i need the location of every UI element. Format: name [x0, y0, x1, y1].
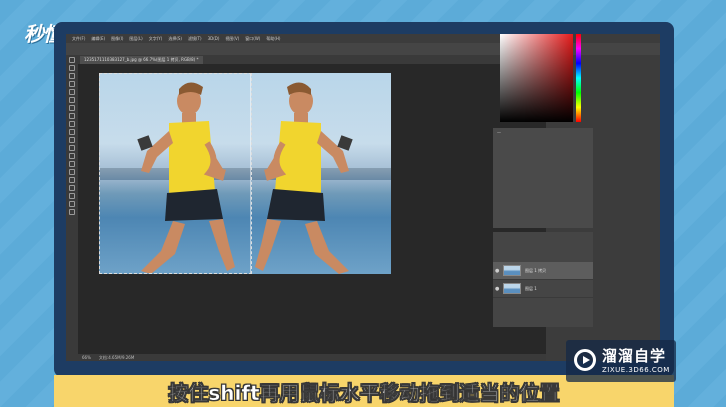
dodge-tool-icon[interactable]	[69, 161, 75, 167]
menu-item-edit[interactable]: 编辑(E)	[91, 36, 105, 42]
blur-tool-icon[interactable]	[69, 153, 75, 159]
color-picker-field[interactable]	[500, 34, 573, 122]
canvas-image[interactable]	[99, 73, 391, 274]
tools-panel	[66, 55, 78, 361]
eraser-tool-icon[interactable]	[69, 137, 75, 143]
zoom-tool-icon[interactable]	[69, 209, 75, 215]
crop-tool-icon[interactable]	[69, 89, 75, 95]
brush-tool-icon[interactable]	[69, 113, 75, 119]
runner-right	[255, 82, 353, 274]
eyedropper-tool-icon[interactable]	[69, 97, 75, 103]
healing-tool-icon[interactable]	[69, 105, 75, 111]
layer-thumbnail	[503, 265, 521, 276]
layer-name: 图层 1	[525, 286, 537, 291]
document-tab-bar: 1235171110383127_b.jpg @ 66.7%(图层 1 拷贝, …	[78, 55, 546, 64]
watermark-subtitle: ZIXUE.3D66.COM	[602, 366, 670, 374]
menu-item-file[interactable]: 文件(F)	[72, 36, 85, 42]
menu-item-select[interactable]: 选择(S)	[168, 36, 182, 42]
menu-item-filter[interactable]: 滤镜(T)	[188, 36, 202, 42]
stamp-tool-icon[interactable]	[69, 121, 75, 127]
watermark: 溜溜自学 ZIXUE.3D66.COM	[566, 340, 676, 382]
hand-tool-icon[interactable]	[69, 201, 75, 207]
properties-panel: —	[493, 128, 593, 228]
menu-item-3d[interactable]: 3D(D)	[208, 36, 220, 41]
layers-panel: ● 图层 1 拷贝 ● 图层 1	[493, 232, 593, 327]
shape-tool-icon[interactable]	[69, 193, 75, 199]
layer-thumbnail	[503, 283, 521, 294]
layer-row-original[interactable]: ● 图层 1	[493, 280, 593, 298]
pen-tool-icon[interactable]	[69, 169, 75, 175]
move-tool-icon[interactable]	[69, 57, 75, 63]
path-select-tool-icon[interactable]	[69, 185, 75, 191]
type-tool-icon[interactable]	[69, 177, 75, 183]
menu-item-image[interactable]: 图像(I)	[111, 36, 123, 42]
menu-item-view[interactable]: 视图(V)	[225, 36, 239, 42]
watermark-title: 溜溜自学	[602, 347, 667, 365]
selection-marquee[interactable]	[99, 73, 252, 274]
eye-icon[interactable]: ●	[495, 268, 499, 274]
menu-item-window[interactable]: 窗口(W)	[245, 36, 260, 42]
doc-size: 文档:4.65M/9.26M	[98, 354, 135, 360]
hue-slider[interactable]	[576, 34, 581, 122]
gradient-tool-icon[interactable]	[69, 145, 75, 151]
eye-icon[interactable]: ●	[495, 286, 499, 292]
menu-item-layer[interactable]: 图层(L)	[129, 36, 142, 42]
play-icon	[574, 349, 596, 371]
layer-name: 图层 1 拷贝	[525, 268, 547, 273]
menu-item-help[interactable]: 帮助(H)	[266, 36, 280, 42]
document-tab[interactable]: 1235171110383127_b.jpg @ 66.7%(图层 1 拷贝, …	[80, 56, 203, 64]
menu-item-type[interactable]: 文字(Y)	[149, 36, 163, 42]
lasso-tool-icon[interactable]	[69, 73, 75, 79]
layer-row-copy[interactable]: ● 图层 1 拷贝	[493, 262, 593, 280]
status-bar: 66% 文档:4.65M/9.26M	[78, 354, 546, 361]
zoom-level: 66%	[82, 355, 91, 360]
history-brush-tool-icon[interactable]	[69, 129, 75, 135]
properties-row: —	[497, 130, 501, 135]
marquee-tool-icon[interactable]	[69, 65, 75, 71]
quick-select-tool-icon[interactable]	[69, 81, 75, 87]
